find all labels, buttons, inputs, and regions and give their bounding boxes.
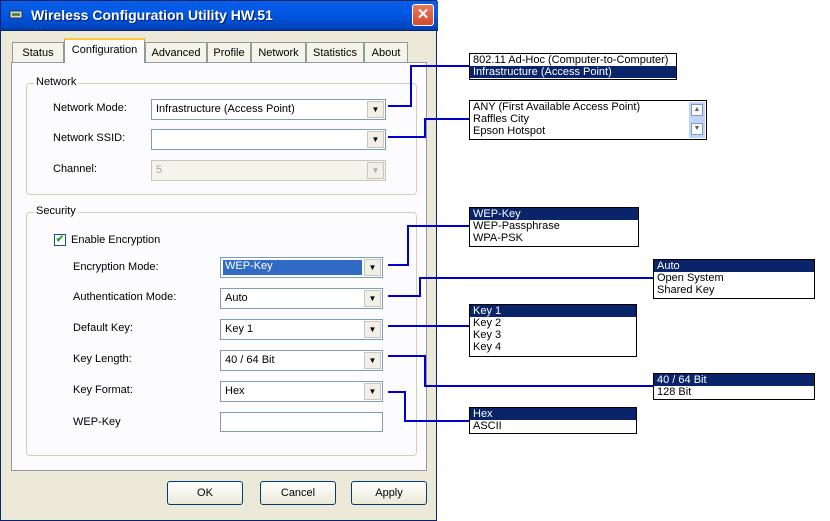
list-item[interactable]: 802.11 Ad-Hoc (Computer-to-Computer) xyxy=(470,54,676,66)
list-item[interactable]: Epson Hotspot xyxy=(470,125,706,137)
list-item[interactable]: 128 Bit xyxy=(654,386,814,398)
list-item[interactable]: ANY (First Available Access Point) xyxy=(470,101,706,113)
list-item[interactable]: Open System xyxy=(654,272,814,284)
list-item[interactable]: Key 1 xyxy=(470,305,636,317)
list-item[interactable]: Auto xyxy=(654,260,814,272)
key-length-options-list: 40 / 64 Bit 128 Bit xyxy=(653,373,815,400)
list-item[interactable]: Key 2 xyxy=(470,317,636,329)
network-mode-options-list: 802.11 Ad-Hoc (Computer-to-Computer) Inf… xyxy=(469,53,677,80)
list-item[interactable]: WEP-Key xyxy=(470,208,638,220)
key-format-options-list: Hex ASCII xyxy=(469,407,637,434)
scroll-up-icon[interactable]: ▲ xyxy=(691,104,703,116)
list-item[interactable]: 40 / 64 Bit xyxy=(654,374,814,386)
list-item[interactable]: ASCII xyxy=(470,420,636,432)
encryption-mode-options-list: WEP-Key WEP-Passphrase WPA-PSK xyxy=(469,207,639,247)
list-item[interactable]: WPA-PSK xyxy=(470,232,638,244)
list-item[interactable]: Shared Key xyxy=(654,284,814,296)
ssid-options-list: ANY (First Available Access Point) Raffl… xyxy=(469,100,707,140)
list-item[interactable]: Key 4 xyxy=(470,341,636,353)
default-key-options-list: Key 1 Key 2 Key 3 Key 4 xyxy=(469,304,637,357)
list-item[interactable]: Key 3 xyxy=(470,329,636,341)
tab-configuration[interactable]: Configuration xyxy=(64,38,145,63)
list-item[interactable]: WEP-Passphrase xyxy=(470,220,638,232)
scrollbar[interactable]: ▲ ▼ xyxy=(689,102,705,138)
scroll-down-icon[interactable]: ▼ xyxy=(691,123,703,135)
list-item[interactable]: Raffles City xyxy=(470,113,706,125)
list-item[interactable]: Infrastructure (Access Point) xyxy=(470,66,676,78)
auth-mode-options-list: Auto Open System Shared Key xyxy=(653,259,815,299)
list-item[interactable]: Hex xyxy=(470,408,636,420)
